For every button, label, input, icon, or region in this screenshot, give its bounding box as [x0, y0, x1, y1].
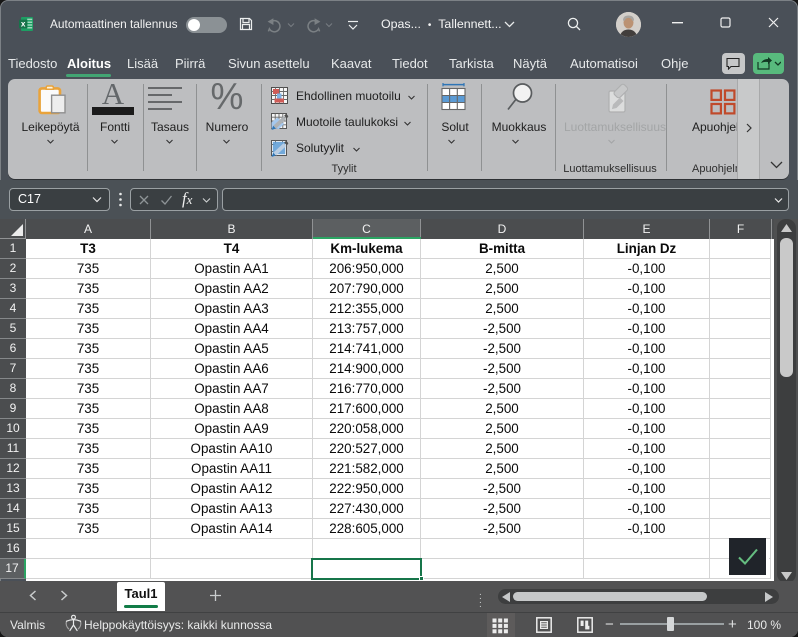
svg-text:x: x	[21, 20, 26, 29]
